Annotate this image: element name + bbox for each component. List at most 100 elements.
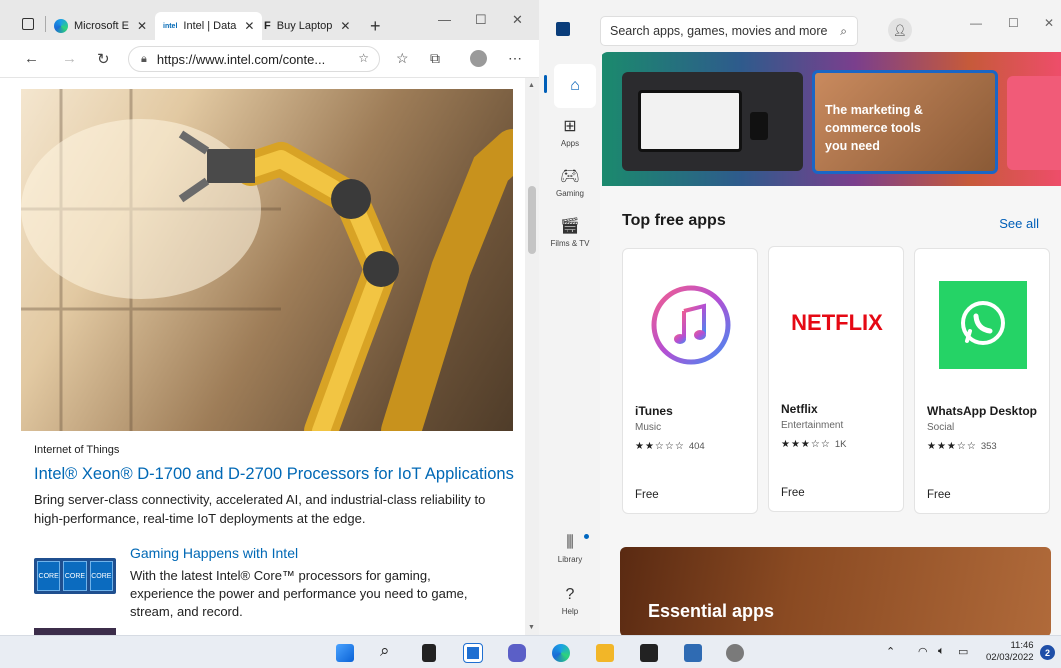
tab-bar: Microsoft E ✕ intel Intel | Data ✕ F Buy… <box>0 0 539 40</box>
nav-apps[interactable]: ⊞ Apps <box>540 116 600 148</box>
minimize-icon[interactable]: — <box>970 16 982 30</box>
tab-intel[interactable]: intel Intel | Data ✕ <box>155 12 263 40</box>
close-tab-icon[interactable]: ✕ <box>137 19 147 33</box>
intel-core-badges-image: CORE CORE CORE <box>34 558 116 594</box>
tab-microsoft-edge[interactable]: Microsoft E ✕ <box>54 12 147 40</box>
settings-gear-icon[interactable] <box>726 644 744 662</box>
scroll-up-icon[interactable]: ▲ <box>528 82 535 89</box>
more-options-icon[interactable]: ⋯ <box>508 50 522 67</box>
itunes-icon <box>635 263 747 387</box>
notification-badge[interactable]: 2 <box>1040 645 1055 660</box>
see-all-link[interactable]: See all <box>999 216 1039 231</box>
tab-actions-icon[interactable] <box>22 18 34 30</box>
app-name: iTunes <box>635 404 673 418</box>
hero-carousel: The marketing & commerce tools you need <box>602 52 1061 186</box>
rating-stars: ★★★☆☆ <box>781 439 831 450</box>
volume-icon[interactable]: 🔈︎ <box>938 645 945 658</box>
carousel-card-tablet[interactable] <box>622 72 803 171</box>
app-category: Social <box>927 422 955 433</box>
nav-home[interactable]: ⌂ <box>540 62 600 108</box>
task-view-icon[interactable] <box>422 644 436 662</box>
chat-icon[interactable] <box>508 644 526 662</box>
store-taskbar-icon[interactable] <box>640 644 658 662</box>
gaming-icon: 🎮︎ <box>559 168 581 185</box>
app-category: Music <box>635 422 662 433</box>
nav-label: Apps <box>560 139 580 148</box>
wifi-icon[interactable]: ◠ <box>918 645 928 658</box>
banner-text: The marketing & commerce tools you need <box>825 103 923 153</box>
promo-description: With the latest Intel® Core™ processors … <box>130 568 468 619</box>
favorite-star-icon[interactable]: ☆ <box>358 51 369 65</box>
search-icon[interactable]: ⌕ <box>380 641 398 660</box>
desktop: Microsoft E ✕ intel Intel | Data ✕ F Buy… <box>0 0 1061 668</box>
clock[interactable]: 11:46 02/03/2022 <box>986 640 1034 664</box>
close-window-icon[interactable]: ✕ <box>1044 16 1054 30</box>
rating-count: 1K <box>834 439 847 450</box>
tab-buy-laptop[interactable]: F Buy Laptop ✕ <box>264 12 350 40</box>
photos-icon[interactable] <box>684 644 702 662</box>
edge-taskbar-icon[interactable] <box>552 644 570 662</box>
page-scrollbar[interactable]: ▲ ▼ <box>525 78 539 635</box>
widgets-icon[interactable] <box>463 643 483 663</box>
url-text: https://www.intel.com/conte... <box>156 51 326 67</box>
tablet-image <box>638 90 742 152</box>
close-window-icon[interactable]: ✕ <box>512 12 523 28</box>
store-content: The marketing & commerce tools you need … <box>600 52 1061 635</box>
close-tab-icon[interactable]: ✕ <box>340 19 350 33</box>
nav-label: Gaming <box>555 189 584 198</box>
rating-stars: ★★★☆☆ <box>927 441 977 452</box>
store-sidebar: ⌂ ⊞ Apps 🎮︎ Gaming 🎬︎ Films & TV ⫼ Libra… <box>540 52 600 635</box>
url-field[interactable]: 🔒︎ https://www.intel.com/conte... ☆ <box>128 46 380 72</box>
nav-library[interactable]: ⫼ Library <box>540 534 600 564</box>
search-icon[interactable]: ⌕ <box>840 24 847 39</box>
new-tab-button[interactable]: + <box>370 16 381 37</box>
edge-logo-icon <box>54 19 68 33</box>
taskbar: ⌕ ⌃ ◠ 🔈︎ ▭ 11:46 02/03/2022 2 <box>0 635 1061 668</box>
apps-icon: ⊞ <box>563 118 577 135</box>
scroll-down-icon[interactable]: ▼ <box>528 624 535 631</box>
back-icon[interactable]: ← <box>24 50 39 67</box>
clock-time: 11:46 <box>1010 640 1034 651</box>
carousel-card-marketing[interactable]: The marketing & commerce tools you need <box>812 70 998 174</box>
chevron-up-icon[interactable]: ⌃ <box>886 645 895 658</box>
app-category: Entertainment <box>781 420 844 431</box>
netflix-icon: NETFLIX <box>781 261 893 385</box>
nav-films-tv[interactable]: 🎬︎ Films & TV <box>540 216 600 248</box>
nav-help[interactable]: ? Help <box>540 586 600 616</box>
store-logo-icon <box>556 22 570 36</box>
promo-title-link[interactable]: Gaming Happens with Intel <box>130 545 298 561</box>
core-badge: CORE <box>89 561 113 591</box>
whatsapp-icon <box>927 263 1039 387</box>
file-explorer-icon[interactable] <box>596 644 614 662</box>
start-icon[interactable] <box>336 644 354 662</box>
minimize-icon[interactable]: — <box>438 12 451 27</box>
app-card-whatsapp[interactable]: WhatsApp Desktop Social ★★★☆☆ 353 Free <box>914 248 1050 514</box>
app-card-itunes[interactable]: iTunes Music ★★☆☆☆ 404 Free <box>622 248 758 514</box>
collections-icon[interactable]: ⧉ <box>430 50 440 67</box>
profile-avatar[interactable] <box>470 50 487 67</box>
battery-icon[interactable]: ▭ <box>958 645 968 658</box>
account-icon[interactable]: 👤︎ <box>888 18 912 42</box>
nav-gaming[interactable]: 🎮︎ Gaming <box>540 166 600 198</box>
active-indicator <box>544 75 547 93</box>
app-price: Free <box>781 487 805 499</box>
help-icon: ? <box>565 586 575 603</box>
app-card-netflix[interactable]: NETFLIX Netflix Entertainment ★★★☆☆ 1K Fr… <box>768 246 904 512</box>
favorites-icon[interactable]: ☆ <box>396 50 409 67</box>
essential-apps-banner[interactable]: Essential apps <box>620 547 1051 635</box>
refresh-icon[interactable]: ↻ <box>97 50 110 68</box>
maximize-icon[interactable]: ☐ <box>475 12 487 28</box>
close-tab-icon[interactable]: ✕ <box>244 19 254 33</box>
nav-label: Library <box>557 555 583 564</box>
app-rating: ★★★☆☆ 1K <box>781 439 846 450</box>
scrollbar-thumb[interactable] <box>528 186 536 254</box>
forward-icon[interactable]: → <box>62 50 77 67</box>
article-title-link[interactable]: Intel® Xeon® D-1700 and D-2700 Processor… <box>34 465 514 484</box>
store-search-input[interactable]: Search apps, games, movies and more ⌕ <box>600 16 858 46</box>
carousel-card-next[interactable] <box>1007 76 1061 170</box>
rating-stars: ★★☆☆☆ <box>635 441 685 452</box>
nav-label: Films & TV <box>550 239 590 248</box>
update-dot <box>584 534 589 539</box>
edge-window: Microsoft E ✕ intel Intel | Data ✕ F Buy… <box>0 0 539 635</box>
maximize-icon[interactable]: ☐ <box>1008 16 1019 30</box>
